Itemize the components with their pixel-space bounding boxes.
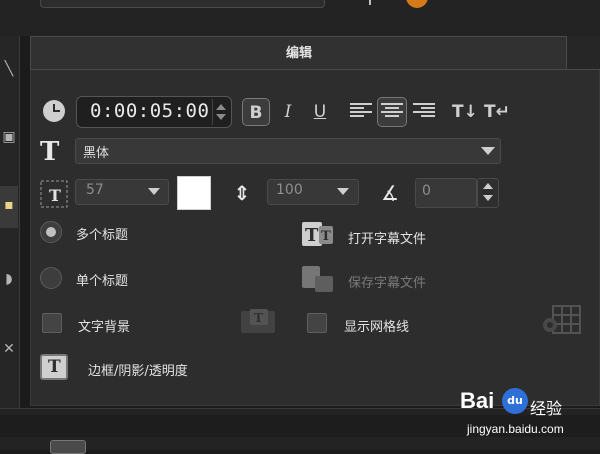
single-title-label: 单个标题 — [76, 274, 129, 289]
font-size-icon: T — [40, 180, 68, 208]
tool-icon-4[interactable]: ◗ — [0, 270, 18, 288]
duration-value: 0:00:05:00 — [90, 100, 210, 122]
font-size-value: 57 — [86, 182, 104, 198]
text-direction-wrap-icon[interactable]: T↵ — [484, 100, 510, 124]
svg-text:T: T — [321, 229, 331, 244]
stepper-down-icon[interactable] — [483, 195, 493, 201]
tool-icon-2[interactable]: ▣ — [0, 128, 18, 146]
duration-stepper[interactable] — [212, 99, 228, 125]
line-spacing-value: 100 — [276, 182, 303, 198]
font-type-icon: T — [40, 137, 60, 167]
clock-icon — [43, 100, 65, 122]
stepper-up-icon[interactable] — [216, 104, 226, 110]
grid-settings-icon — [543, 305, 581, 334]
chevron-down-icon[interactable] — [337, 188, 349, 195]
watermark-paw-icon: du — [502, 388, 528, 414]
font-select[interactable] — [75, 138, 501, 164]
text-background-settings-icon: T — [241, 309, 275, 333]
underline-button[interactable]: U — [306, 98, 334, 126]
bottom-tool-icon[interactable] — [50, 440, 86, 454]
second-tab[interactable] — [566, 36, 600, 70]
align-right-icon[interactable] — [413, 103, 435, 121]
save-subtitle-label: 保存字幕文件 — [348, 276, 427, 291]
chevron-down-icon[interactable] — [481, 147, 495, 155]
border-shadow-label[interactable]: 边框/阴影/透明度 — [88, 360, 188, 379]
chevron-down-icon[interactable] — [148, 188, 160, 195]
multi-title-radio[interactable] — [40, 221, 62, 243]
open-subtitle-icon[interactable]: T T — [301, 220, 335, 248]
edit-tab-label: 编辑 — [285, 46, 312, 61]
svg-text:T: T — [49, 186, 61, 205]
text-direction-vertical-icon[interactable]: T↓ — [452, 100, 478, 124]
border-icon[interactable]: T — [40, 354, 68, 380]
text-background-checkbox[interactable] — [42, 313, 62, 333]
tool-icon-title[interactable]: ▪ — [0, 196, 18, 214]
stepper-up-icon[interactable] — [483, 183, 493, 189]
multi-title-label: 多个标题 — [76, 228, 129, 243]
stepper-down-icon[interactable] — [216, 114, 226, 120]
watermark-suffix: 经验 — [530, 399, 563, 418]
bold-button[interactable]: B — [242, 98, 270, 126]
angle-value: 0 — [422, 183, 431, 199]
angle-stepper[interactable] — [477, 178, 499, 208]
font-color-swatch[interactable] — [177, 176, 211, 210]
watermark-url: jingyan.baidu.com — [467, 422, 564, 436]
align-left-icon[interactable] — [350, 103, 372, 121]
show-grid-label: 显示网格线 — [344, 320, 410, 335]
line-spacing-icon: ⇕ — [233, 181, 251, 205]
top-input-field[interactable] — [40, 0, 325, 8]
svg-text:T: T — [305, 225, 319, 246]
add-icon[interactable]: + — [357, 0, 383, 10]
single-title-radio[interactable] — [40, 267, 62, 289]
tool-icon-5[interactable]: ✕ — [0, 340, 18, 358]
text-background-label: 文字背景 — [78, 320, 131, 335]
save-subtitle-icon — [302, 266, 333, 292]
tool-icon-1[interactable]: ╲ — [0, 60, 18, 78]
svg-text:T: T — [254, 311, 263, 325]
open-subtitle-label[interactable]: 打开字幕文件 — [348, 228, 426, 247]
angle-icon: ∡ — [381, 181, 399, 205]
font-select-value: 黑体 — [83, 146, 110, 161]
italic-button[interactable]: I — [274, 98, 302, 126]
show-grid-checkbox[interactable] — [307, 313, 327, 333]
watermark-brand: Bai — [460, 388, 495, 413]
align-center-icon[interactable] — [381, 103, 403, 121]
